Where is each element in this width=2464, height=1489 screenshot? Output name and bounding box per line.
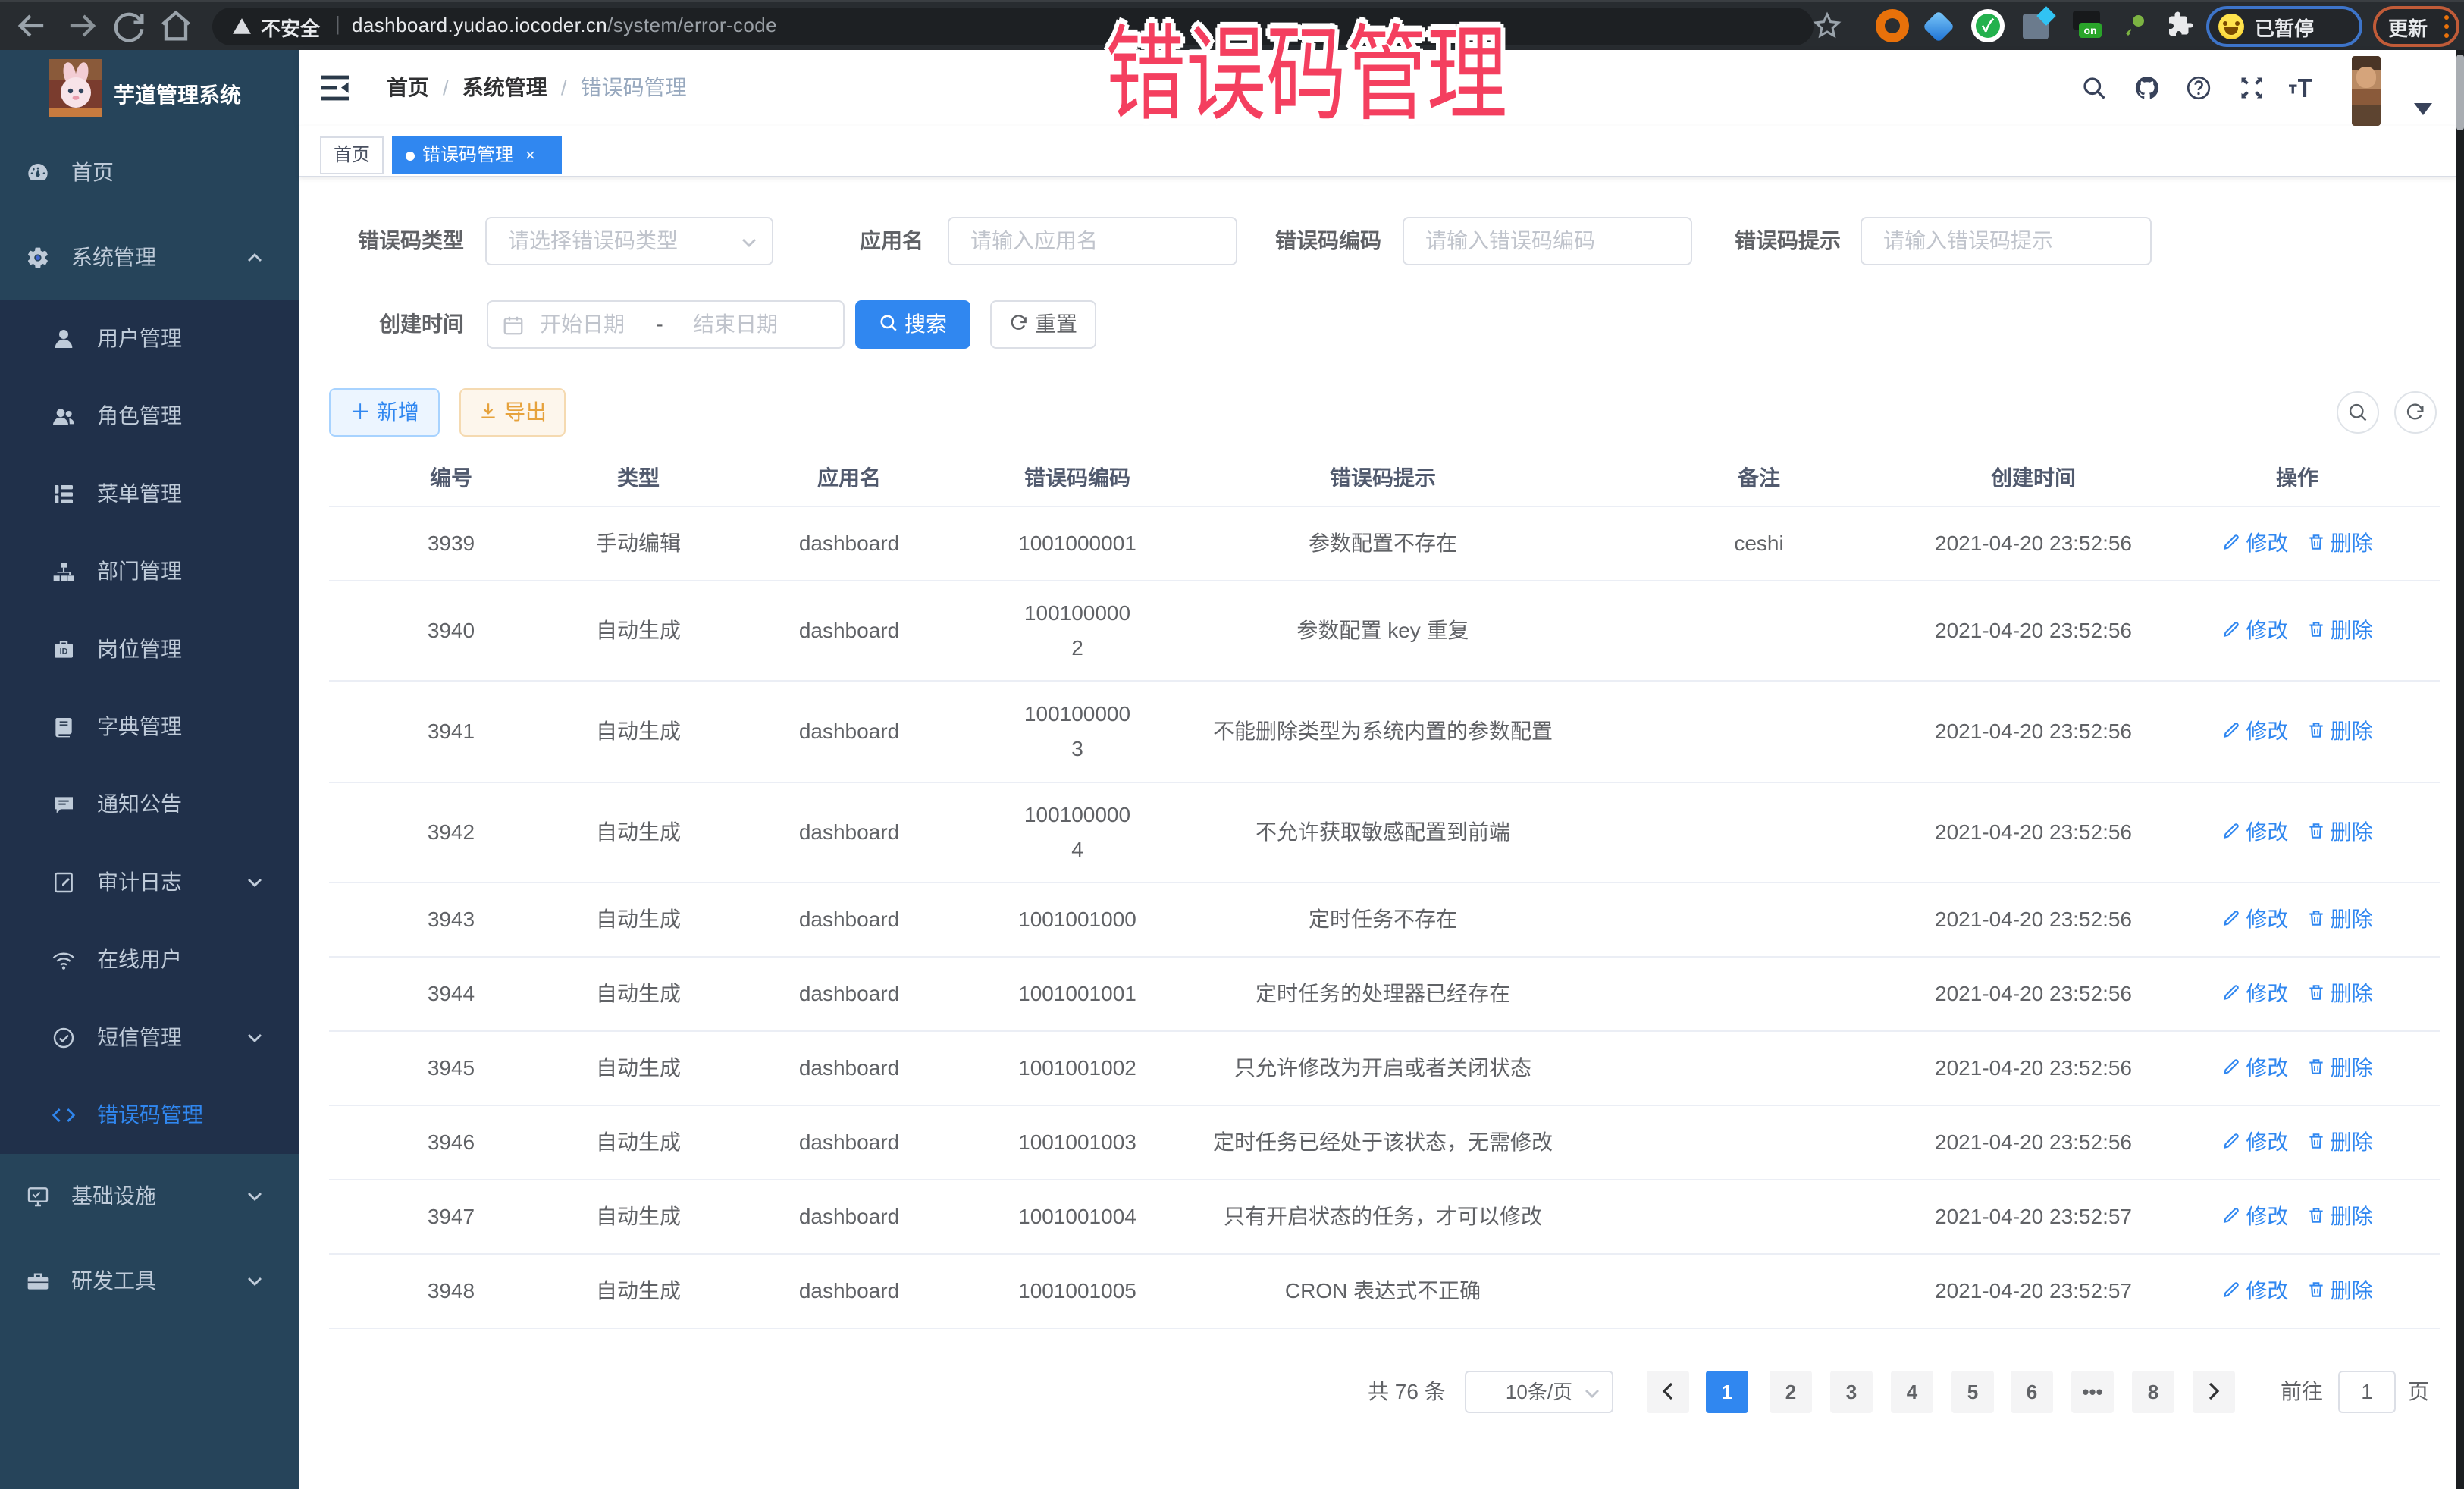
svg-text:ID: ID — [60, 647, 68, 656]
